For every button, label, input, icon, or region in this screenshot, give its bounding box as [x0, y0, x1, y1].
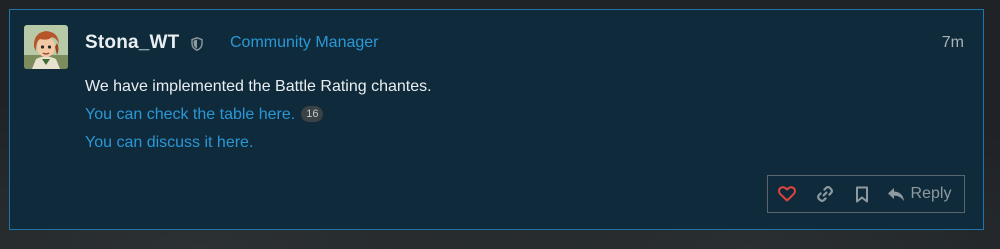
heart-icon	[778, 186, 796, 202]
reply-label: Reply	[910, 185, 952, 202]
forum-post: Stona_WT Community Manager 7m We have im…	[9, 9, 984, 230]
user-title[interactable]: Community Manager	[230, 34, 379, 52]
discussion-link[interactable]: You can discuss it here.	[85, 134, 253, 151]
post-actions: Reply	[767, 175, 965, 213]
bookmark-icon	[855, 186, 869, 203]
link-click-count: 16	[301, 106, 324, 122]
like-button[interactable]	[768, 176, 806, 212]
post-body-text: We have implemented the Battle Rating ch…	[85, 78, 432, 95]
table-link[interactable]: You can check the table here.	[85, 106, 295, 123]
post-body-link-row: You can discuss it here.	[85, 134, 253, 152]
post-date[interactable]: 7m	[942, 34, 964, 52]
reply-button[interactable]: Reply	[880, 176, 964, 212]
avatar[interactable]	[24, 25, 68, 69]
link-icon	[816, 185, 834, 203]
bookmark-button[interactable]	[844, 176, 880, 212]
post-body-link-row: You can check the table here. 16	[85, 106, 324, 124]
reply-icon	[887, 187, 905, 202]
share-link-button[interactable]	[806, 176, 844, 212]
moderator-shield-icon	[191, 37, 203, 51]
username[interactable]: Stona_WT	[85, 32, 180, 54]
